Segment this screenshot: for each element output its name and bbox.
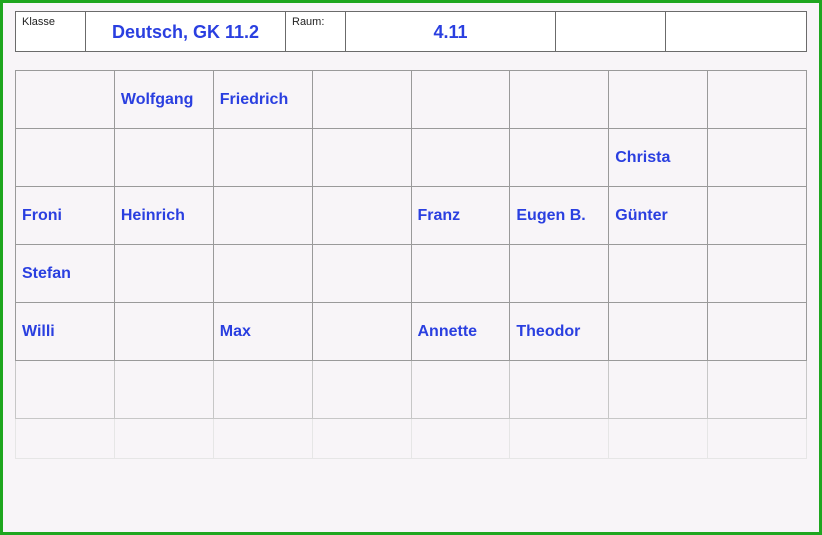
seat-cell[interactable] [114, 129, 213, 187]
klasse-label: Klasse [22, 16, 79, 28]
seat-cell[interactable] [708, 419, 807, 459]
seat-cell[interactable] [312, 303, 411, 361]
seat-cell[interactable] [609, 361, 708, 419]
header-spare-1 [556, 12, 666, 51]
seat-cell[interactable]: Max [213, 303, 312, 361]
room-value: 4.11 [431, 16, 469, 47]
seat-cell[interactable] [16, 71, 115, 129]
seating-row: Christa [16, 129, 807, 187]
seat-cell[interactable] [312, 71, 411, 129]
seat-cell[interactable] [16, 361, 115, 419]
seat-cell[interactable] [609, 245, 708, 303]
seating-row: Willi Max AnnetteTheodor [16, 303, 807, 361]
seat-cell[interactable] [510, 419, 609, 459]
seating-body: WolfgangFriedrichChristaFroniHeinrichFra… [16, 71, 807, 459]
raum-label: Raum: [292, 16, 339, 28]
seat-cell[interactable] [114, 361, 213, 419]
seating-grid: WolfgangFriedrichChristaFroniHeinrichFra… [15, 70, 807, 459]
seat-cell[interactable]: Annette [411, 303, 510, 361]
raum-label-cell: Raum: [286, 12, 346, 51]
seat-cell[interactable]: Willi [16, 303, 115, 361]
header-bar: Klasse Deutsch, GK 11.2 Raum: 4.11 [15, 11, 807, 52]
seat-cell[interactable] [708, 187, 807, 245]
seating-plan-frame: Klasse Deutsch, GK 11.2 Raum: 4.11 Wolfg… [0, 0, 822, 535]
seat-cell[interactable] [708, 303, 807, 361]
seat-cell[interactable] [312, 245, 411, 303]
seat-cell[interactable] [213, 361, 312, 419]
seat-cell[interactable]: Heinrich [114, 187, 213, 245]
seat-cell[interactable] [312, 419, 411, 459]
room-cell: 4.11 [346, 12, 556, 51]
seating-row [16, 419, 807, 459]
seating-grid-wrap: WolfgangFriedrichChristaFroniHeinrichFra… [15, 70, 807, 459]
seat-cell[interactable]: Stefan [16, 245, 115, 303]
seat-cell[interactable] [312, 129, 411, 187]
seat-cell[interactable] [213, 419, 312, 459]
seat-cell[interactable] [213, 187, 312, 245]
seat-cell[interactable]: Froni [16, 187, 115, 245]
seat-cell[interactable]: Franz [411, 187, 510, 245]
seat-cell[interactable] [708, 361, 807, 419]
seat-cell[interactable] [114, 245, 213, 303]
seat-cell[interactable] [411, 71, 510, 129]
seating-row: FroniHeinrich FranzEugen B.Günter [16, 187, 807, 245]
seat-cell[interactable] [510, 361, 609, 419]
klasse-label-cell: Klasse [16, 12, 86, 51]
seat-cell[interactable] [312, 187, 411, 245]
seat-cell[interactable] [114, 419, 213, 459]
seat-cell[interactable]: Günter [609, 187, 708, 245]
seat-cell[interactable] [114, 303, 213, 361]
course-cell: Deutsch, GK 11.2 [86, 12, 286, 51]
course-value: Deutsch, GK 11.2 [110, 16, 261, 47]
seat-cell[interactable] [312, 361, 411, 419]
seating-row: WolfgangFriedrich [16, 71, 807, 129]
header-spare-2 [666, 12, 806, 51]
seat-cell[interactable] [411, 129, 510, 187]
seat-cell[interactable] [16, 129, 115, 187]
seat-cell[interactable]: Theodor [510, 303, 609, 361]
seat-cell[interactable] [510, 71, 609, 129]
seat-cell[interactable] [16, 419, 115, 459]
seat-cell[interactable] [609, 419, 708, 459]
seat-cell[interactable]: Eugen B. [510, 187, 609, 245]
seating-row: Stefan [16, 245, 807, 303]
seat-cell[interactable] [213, 245, 312, 303]
seat-cell[interactable] [411, 419, 510, 459]
seat-cell[interactable] [510, 129, 609, 187]
seat-cell[interactable] [708, 245, 807, 303]
seat-cell[interactable] [213, 129, 312, 187]
seat-cell[interactable] [411, 361, 510, 419]
seat-cell[interactable]: Wolfgang [114, 71, 213, 129]
seat-cell[interactable] [609, 303, 708, 361]
seat-cell[interactable]: Christa [609, 129, 708, 187]
seat-cell[interactable]: Friedrich [213, 71, 312, 129]
seat-cell[interactable] [609, 71, 708, 129]
seat-cell[interactable] [708, 71, 807, 129]
seating-row [16, 361, 807, 419]
seat-cell[interactable] [411, 245, 510, 303]
seat-cell[interactable] [708, 129, 807, 187]
seat-cell[interactable] [510, 245, 609, 303]
